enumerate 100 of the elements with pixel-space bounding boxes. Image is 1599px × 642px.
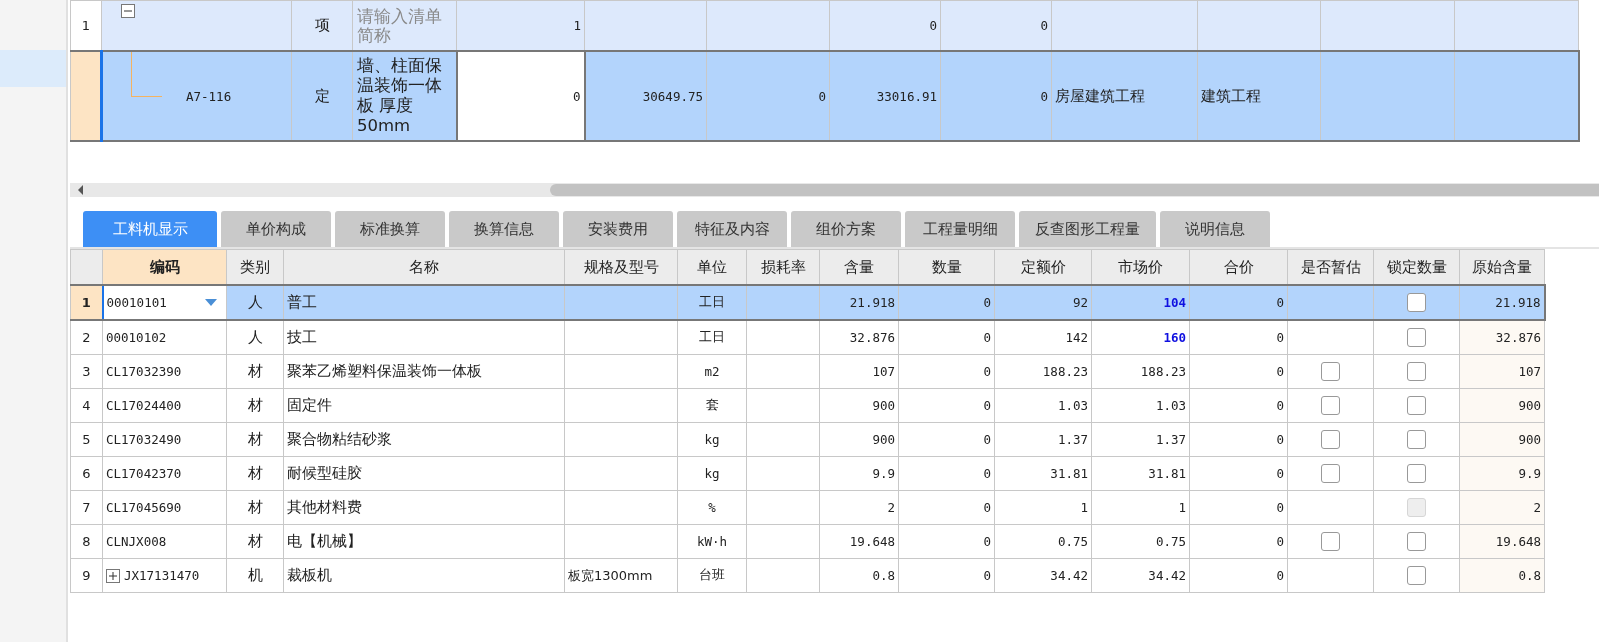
table-cell: 0	[898, 285, 995, 320]
row-number: 9	[70, 558, 103, 593]
column-header[interactable]: 是否暂估	[1287, 249, 1374, 285]
checkbox[interactable]	[1407, 328, 1426, 347]
table-cell: 30649.75	[584, 51, 707, 141]
table-cell: 普工	[283, 285, 565, 320]
column-header[interactable]: 合价	[1189, 249, 1288, 285]
tab[interactable]: 单价构成	[221, 211, 331, 247]
table-cell: 0	[898, 320, 995, 355]
row-number: 1	[70, 0, 102, 51]
row-number: 5	[70, 422, 103, 457]
checkbox[interactable]	[1321, 464, 1340, 483]
tab[interactable]: 安装费用	[563, 211, 673, 247]
table-cell: 建筑工程	[1197, 51, 1321, 141]
row-number: 2	[70, 320, 103, 355]
column-header[interactable]: 锁定数量	[1373, 249, 1460, 285]
checkbox[interactable]	[1407, 293, 1426, 312]
table-cell: CL17032490	[102, 422, 227, 457]
row-number: 4	[70, 388, 103, 423]
checkbox[interactable]	[1321, 362, 1340, 381]
tab[interactable]: 换算信息	[449, 211, 559, 247]
column-header[interactable]: 数量	[898, 249, 995, 285]
table-cell: 材	[226, 354, 284, 389]
table-cell: 聚苯乙烯塑料保温装饰一体板	[283, 354, 565, 389]
tab[interactable]: 反查图形工程量	[1019, 211, 1156, 247]
table-cell: %	[677, 490, 747, 525]
table-cell: 1.37	[994, 422, 1092, 457]
column-header[interactable]: 原始含量	[1459, 249, 1545, 285]
table-cell: 0	[1189, 422, 1288, 457]
table-cell: 0	[898, 524, 995, 559]
table-cell: m2	[677, 354, 747, 389]
table-cell: 32.876	[819, 320, 899, 355]
tab[interactable]: 标准换算	[335, 211, 445, 247]
table-cell: 0	[706, 51, 830, 141]
table-cell: 1.37	[1091, 422, 1190, 457]
tab[interactable]: 说明信息	[1160, 211, 1270, 247]
checkbox[interactable]	[1407, 464, 1426, 483]
column-header[interactable]: 单位	[677, 249, 747, 285]
tab[interactable]: 组价方案	[791, 211, 901, 247]
table-cell: 人	[226, 320, 284, 355]
table-cell: 900	[1459, 388, 1545, 423]
horizontal-scrollbar[interactable]	[70, 183, 1599, 197]
table-cell: 0	[1189, 456, 1288, 491]
table-cell: 0	[1189, 490, 1288, 525]
table-cell: 材	[226, 490, 284, 525]
table-cell: CL17045690	[102, 490, 227, 525]
table-cell: 0	[898, 388, 995, 423]
table-cell: 0.8	[819, 558, 899, 593]
dropdown-caret-icon[interactable]	[205, 299, 217, 306]
table-cell: 0	[1189, 558, 1288, 593]
expand-icon[interactable]	[106, 568, 120, 583]
column-header[interactable]: 定额价	[994, 249, 1092, 285]
table-cell: kW·h	[677, 524, 747, 559]
collapse-icon[interactable]	[121, 3, 135, 18]
tab[interactable]: 工程量明细	[905, 211, 1015, 247]
column-header[interactable]: 名称	[283, 249, 565, 285]
table-cell: 0	[456, 51, 585, 141]
column-header[interactable]: 编码	[102, 249, 227, 285]
table-cell: 聚合物粘结砂浆	[283, 422, 565, 457]
row-number: 6	[70, 456, 103, 491]
table-cell: 墙、柱面保温装饰一体板 厚度50mm	[352, 51, 457, 141]
table-cell: 900	[819, 422, 899, 457]
tab[interactable]: 特征及内容	[677, 211, 787, 247]
table-cell: 项	[291, 0, 353, 51]
table-cell: 19.648	[1459, 524, 1545, 559]
table-cell: 160	[1091, 320, 1190, 355]
table-cell: 34.42	[1091, 558, 1190, 593]
table-cell: 1	[994, 490, 1092, 525]
checkbox[interactable]	[1321, 430, 1340, 449]
table-cell: 裁板机	[283, 558, 565, 593]
column-header[interactable]: 市场价	[1091, 249, 1190, 285]
checkbox[interactable]	[1321, 532, 1340, 551]
table-cell: 0.75	[1091, 524, 1190, 559]
table-cell: 32.876	[1459, 320, 1545, 355]
table-cell: 材	[226, 524, 284, 559]
table-cell: 工日	[677, 285, 747, 320]
table-cell: 21.918	[1459, 285, 1545, 320]
scrollbar-thumb[interactable]	[550, 184, 1599, 196]
table-cell: 0	[1189, 524, 1288, 559]
table-cell: 188.23	[1091, 354, 1190, 389]
table-cell: 33016.91	[829, 51, 941, 141]
table-cell: 0	[898, 558, 995, 593]
checkbox[interactable]	[1407, 396, 1426, 415]
column-header[interactable]: 含量	[819, 249, 899, 285]
table-cell: 材	[226, 388, 284, 423]
column-header[interactable]: 类别	[226, 249, 284, 285]
column-header[interactable]: 损耗率	[746, 249, 820, 285]
checkbox[interactable]	[1407, 430, 1426, 449]
table-cell: CL17032390	[102, 354, 227, 389]
checkbox[interactable]	[1407, 566, 1426, 585]
table-cell: 材	[226, 456, 284, 491]
column-header[interactable]: 规格及型号	[564, 249, 678, 285]
table-cell: CLNJX008	[102, 524, 227, 559]
table-cell: 92	[994, 285, 1092, 320]
checkbox[interactable]	[1321, 396, 1340, 415]
table-cell: kg	[677, 422, 747, 457]
checkbox[interactable]	[1407, 532, 1426, 551]
table-cell: 1	[456, 0, 585, 51]
scroll-left-icon[interactable]	[78, 185, 84, 195]
checkbox[interactable]	[1407, 362, 1426, 381]
